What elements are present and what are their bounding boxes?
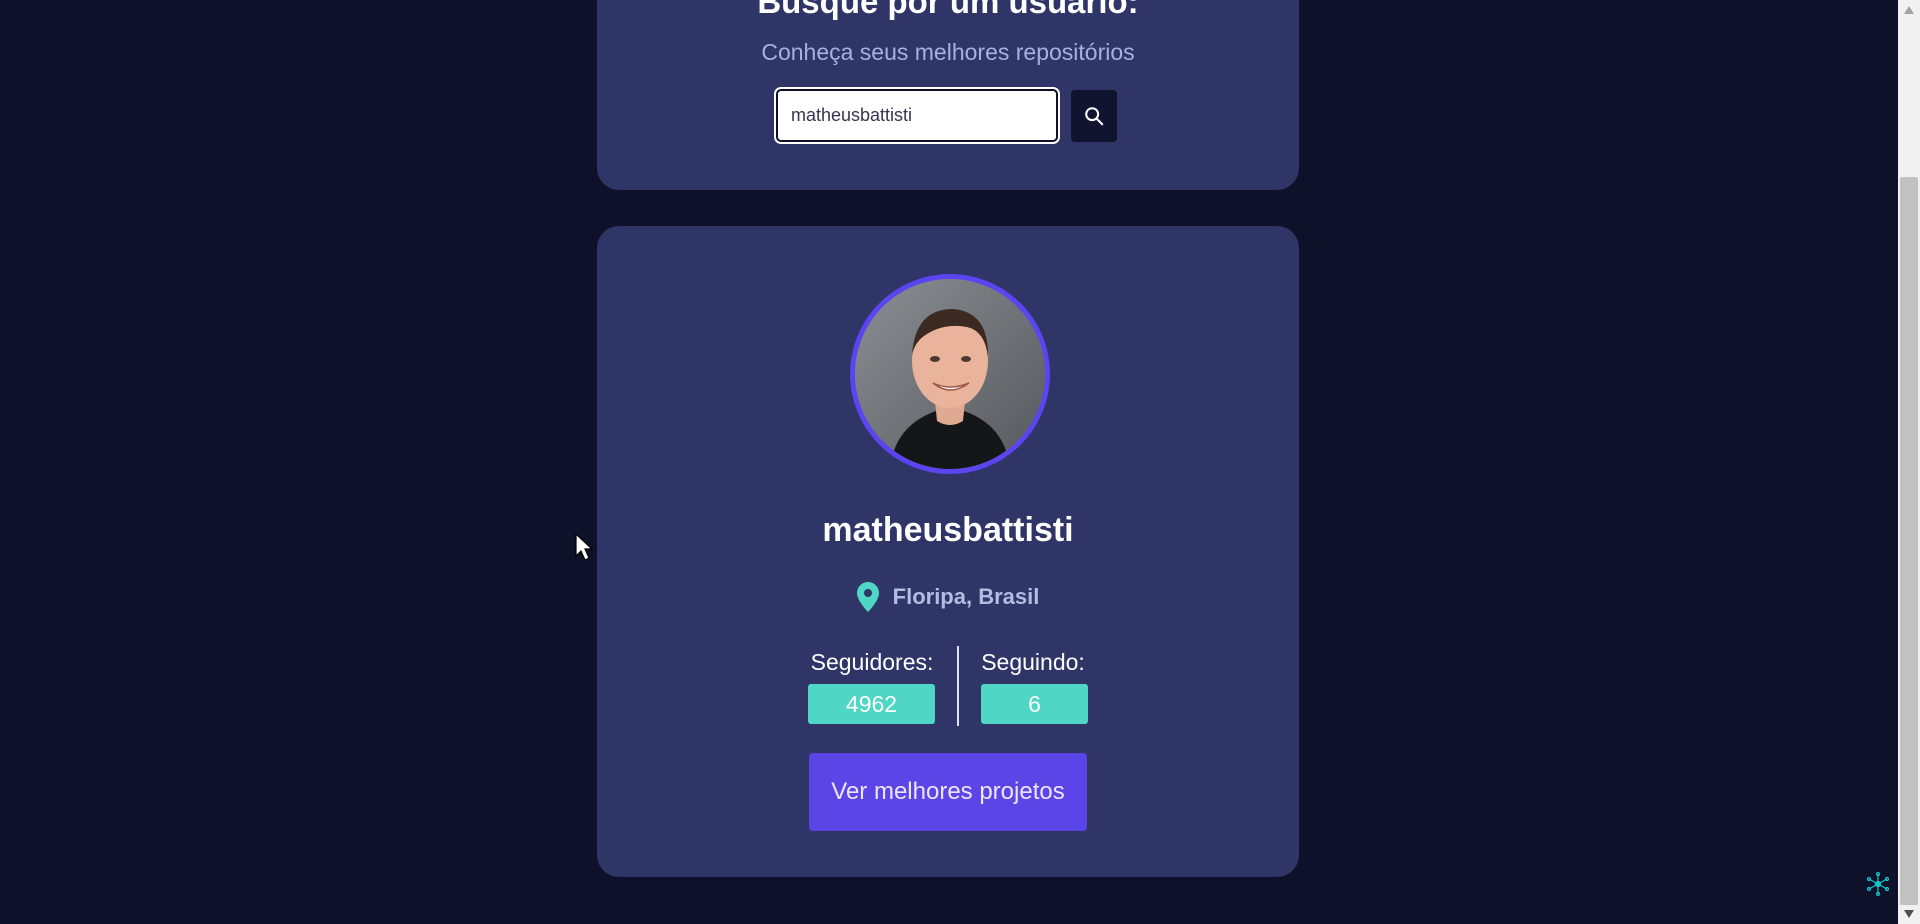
scroll-down-icon[interactable] xyxy=(1904,910,1914,918)
search-icon xyxy=(1085,107,1104,126)
scrollbar[interactable] xyxy=(1898,0,1920,924)
avatar-image xyxy=(855,279,1045,469)
mouse-cursor-icon xyxy=(575,533,593,561)
search-button[interactable] xyxy=(1071,90,1117,142)
search-subtitle: Conheça seus melhores repositórios xyxy=(761,39,1135,65)
map-pin-icon xyxy=(856,582,879,612)
user-card: matheusbattisti Floripa, Brasil Seguidor… xyxy=(597,226,1299,877)
avatar xyxy=(850,274,1050,474)
stats-divider xyxy=(957,646,959,726)
following-value: 6 xyxy=(981,684,1088,724)
scroll-up-icon[interactable] xyxy=(1904,6,1914,14)
scrollbar-thumb[interactable] xyxy=(1900,177,1918,905)
following-label: Seguindo: xyxy=(981,649,1085,675)
username: matheusbattisti xyxy=(822,511,1074,549)
search-title: Busque por um usuário: xyxy=(757,0,1139,20)
network-icon[interactable] xyxy=(1866,872,1890,896)
location: Floripa, Brasil xyxy=(597,582,1299,612)
location-text: Floripa, Brasil xyxy=(892,584,1040,609)
search-card: Busque por um usuário: Conheça seus melh… xyxy=(597,0,1299,190)
followers-value: 4962 xyxy=(808,684,935,724)
page: Busque por um usuário: Conheça seus melh… xyxy=(0,0,1920,924)
view-projects-button[interactable]: Ver melhores projetos xyxy=(809,753,1087,831)
search-input[interactable] xyxy=(774,87,1060,144)
followers-label: Seguidores: xyxy=(810,649,934,675)
